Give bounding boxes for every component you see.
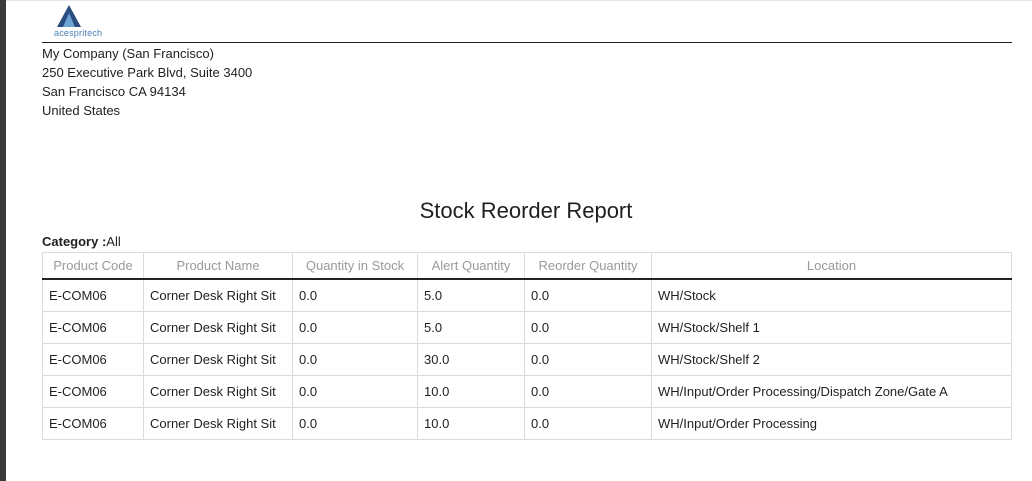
cell-product-name: Corner Desk Right Sit	[143, 311, 293, 344]
viewer-left-edge	[0, 0, 6, 481]
company-name: My Company (San Francisco)	[42, 46, 214, 61]
stock-reorder-table: Product Code Product Name Quantity in St…	[42, 252, 1012, 440]
cell-reorder-quantity: 0.0	[524, 407, 652, 440]
triangle-logo-icon	[57, 5, 81, 27]
company-address: My Company (San Francisco) 250 Executive…	[42, 44, 252, 120]
category-value: All	[106, 234, 121, 249]
cell-reorder-quantity: 0.0	[524, 343, 652, 376]
cell-product-code: E-COM06	[42, 343, 144, 376]
cell-product-name: Corner Desk Right Sit	[143, 407, 293, 440]
header-location: Location	[651, 252, 1012, 280]
cell-location: WH/Input/Order Processing	[651, 407, 1012, 440]
cell-product-code: E-COM06	[42, 407, 144, 440]
company-country: United States	[42, 103, 121, 118]
cell-quantity-in-stock: 0.0	[292, 311, 418, 344]
company-street: 250 Executive Park Blvd, Suite 3400	[42, 65, 253, 80]
header-alert-quantity: Alert Quantity	[417, 252, 525, 280]
table-row: E-COM06 Corner Desk Right Sit 0.0 5.0 0.…	[42, 278, 1012, 312]
cell-product-code: E-COM06	[42, 278, 144, 312]
company-logo: acespritech	[54, 4, 102, 40]
cell-alert-quantity: 30.0	[417, 343, 525, 376]
cell-alert-quantity: 5.0	[417, 278, 525, 312]
report-page: acespritech My Company (San Francisco) 2…	[0, 0, 1032, 481]
cell-product-code: E-COM06	[42, 375, 144, 408]
cell-product-code: E-COM06	[42, 311, 144, 344]
category-filter: Category :All	[42, 234, 121, 249]
table-row: E-COM06 Corner Desk Right Sit 0.0 30.0 0…	[42, 343, 1012, 376]
cell-alert-quantity: 10.0	[417, 375, 525, 408]
company-city: San Francisco CA 94134	[42, 84, 186, 99]
top-border	[6, 0, 1032, 1]
cell-product-name: Corner Desk Right Sit	[143, 375, 293, 408]
cell-quantity-in-stock: 0.0	[292, 407, 418, 440]
table-header-row: Product Code Product Name Quantity in St…	[42, 252, 1012, 280]
cell-quantity-in-stock: 0.0	[292, 375, 418, 408]
cell-location: WH/Stock/Shelf 2	[651, 343, 1012, 376]
header-product-code: Product Code	[42, 252, 144, 280]
table-row: E-COM06 Corner Desk Right Sit 0.0 10.0 0…	[42, 375, 1012, 408]
cell-quantity-in-stock: 0.0	[292, 278, 418, 312]
cell-location: WH/Input/Order Processing/Dispatch Zone/…	[651, 375, 1012, 408]
header-divider	[42, 42, 1012, 43]
table-row: E-COM06 Corner Desk Right Sit 0.0 10.0 0…	[42, 407, 1012, 440]
logo-text: acespritech	[54, 28, 103, 38]
cell-reorder-quantity: 0.0	[524, 311, 652, 344]
report-title: Stock Reorder Report	[419, 198, 633, 223]
category-label: Category :	[42, 234, 107, 249]
cell-alert-quantity: 5.0	[417, 311, 525, 344]
cell-product-name: Corner Desk Right Sit	[143, 343, 293, 376]
header-reorder-quantity: Reorder Quantity	[524, 252, 652, 280]
cell-location: WH/Stock	[651, 278, 1012, 312]
table-row: E-COM06 Corner Desk Right Sit 0.0 5.0 0.…	[42, 311, 1012, 344]
header-product-name: Product Name	[143, 252, 293, 280]
header-quantity-in-stock: Quantity in Stock	[292, 252, 418, 280]
cell-quantity-in-stock: 0.0	[292, 343, 418, 376]
cell-reorder-quantity: 0.0	[524, 278, 652, 312]
cell-reorder-quantity: 0.0	[524, 375, 652, 408]
cell-location: WH/Stock/Shelf 1	[651, 311, 1012, 344]
cell-alert-quantity: 10.0	[417, 407, 525, 440]
cell-product-name: Corner Desk Right Sit	[143, 278, 293, 312]
